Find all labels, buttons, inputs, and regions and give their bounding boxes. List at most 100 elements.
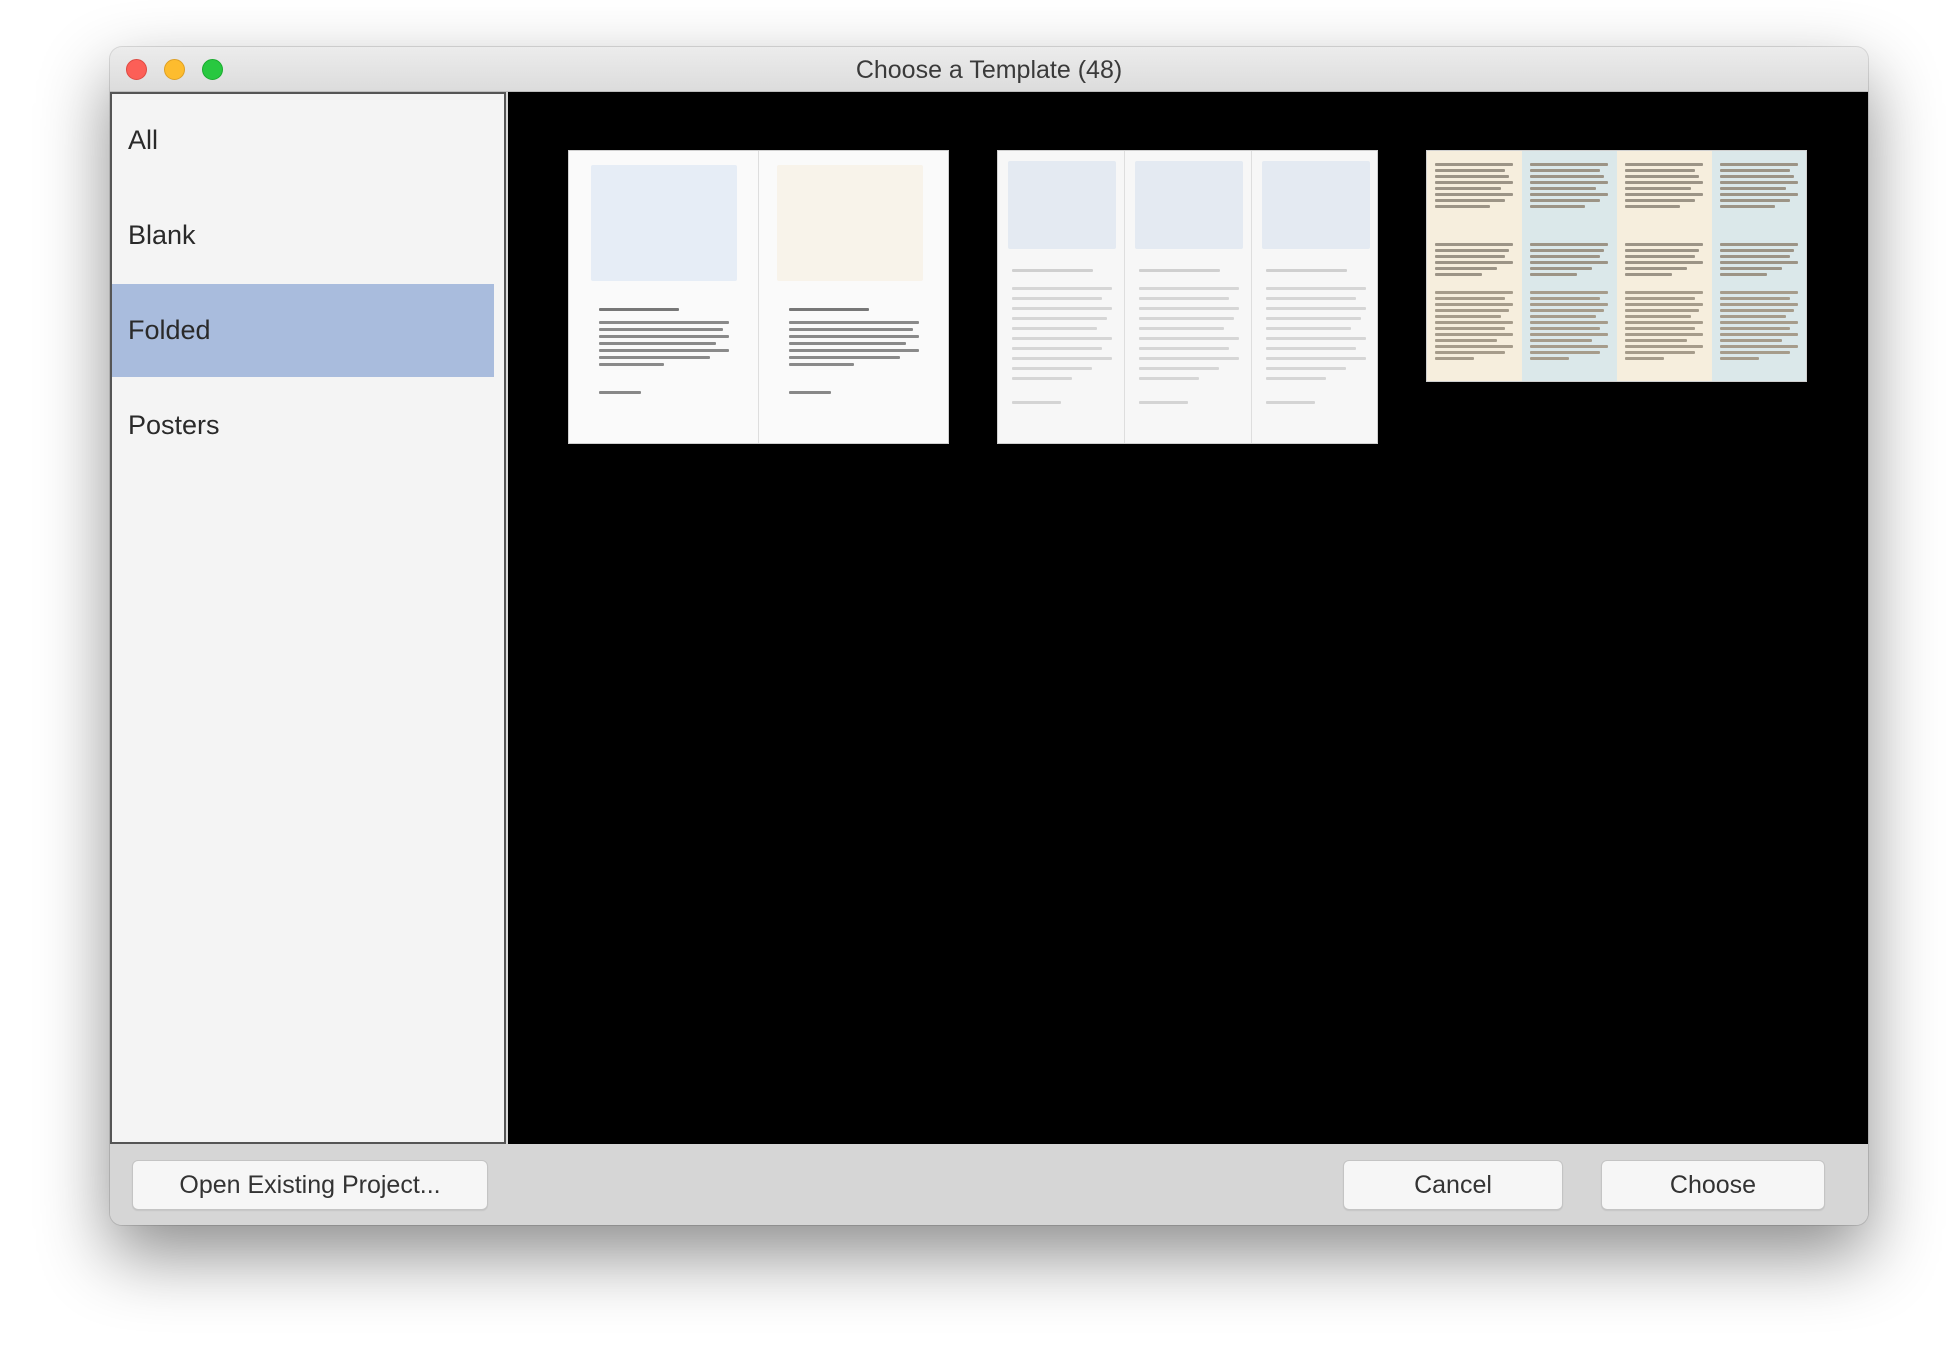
thumbnail-text-line xyxy=(1720,249,1794,252)
thumbnail-text-line xyxy=(1625,327,1695,330)
thumbnail-panel xyxy=(1125,151,1252,443)
thumbnail-text-line xyxy=(1435,261,1513,264)
thumbnail-text-line xyxy=(1530,309,1604,312)
thumbnail-text-line xyxy=(1435,169,1505,172)
thumbnail-text-line xyxy=(1625,163,1703,166)
thumbnail-text-line xyxy=(1625,315,1691,318)
thumbnail-text-line xyxy=(1435,193,1513,196)
sidebar-item-blank[interactable]: Blank xyxy=(112,189,494,282)
thumbnail-text-line xyxy=(1720,169,1790,172)
thumbnail-text-line xyxy=(1435,339,1497,342)
thumbnail-text-line xyxy=(1530,327,1600,330)
thumbnail-image-placeholder xyxy=(591,165,737,281)
thumbnail-text-line xyxy=(599,328,723,331)
thumbnail-text-line xyxy=(1139,401,1188,404)
thumbnail-text-line xyxy=(1720,351,1790,354)
thumbnail-panel xyxy=(569,151,759,443)
thumbnail-text-line xyxy=(1720,333,1798,336)
thumbnail-image-placeholder xyxy=(777,165,923,281)
thumbnail-text-line xyxy=(1720,181,1798,184)
thumbnail-text-line xyxy=(1625,297,1695,300)
sidebar-item-folded[interactable]: Folded xyxy=(112,284,494,377)
thumbnail-image-placeholder xyxy=(1135,161,1243,249)
thumbnail-text-line xyxy=(1139,297,1229,300)
thumbnail-text-line xyxy=(1720,315,1786,318)
thumbnail-text-line xyxy=(1625,205,1680,208)
thumbnail-text-line xyxy=(1266,377,1326,380)
thumbnail-text-line xyxy=(1139,347,1229,350)
thumbnail-text-line xyxy=(1625,243,1703,246)
thumbnail-text-line xyxy=(1720,291,1798,294)
thumbnail-text-line xyxy=(1530,267,1592,270)
thumbnail-text-line xyxy=(599,342,716,345)
thumbnail-text-line xyxy=(1530,163,1608,166)
choose-button[interactable]: Choose xyxy=(1601,1160,1825,1210)
thumbnail-text-line xyxy=(1435,333,1513,336)
thumbnail-text-line xyxy=(1720,205,1775,208)
template-gallery xyxy=(508,92,1868,1144)
thumbnail-text-line xyxy=(1625,339,1687,342)
thumbnail-text-line xyxy=(1266,367,1346,370)
thumbnail-text-line xyxy=(1266,401,1315,404)
thumbnail-text-line xyxy=(1266,269,1347,272)
sidebar-item-all[interactable]: All xyxy=(112,94,494,187)
template-thumbnail-trifold[interactable] xyxy=(997,150,1378,444)
thumbnail-text-line xyxy=(1012,377,1072,380)
thumbnail-text-line xyxy=(1530,169,1600,172)
thumbnail-text-line xyxy=(789,335,919,338)
thumbnail-text-line xyxy=(599,391,641,394)
thumbnail-text-line xyxy=(1435,345,1513,348)
thumbnail-text-line xyxy=(1435,309,1509,312)
thumbnail-text-line xyxy=(1720,357,1759,360)
thumbnail-text-line xyxy=(1139,307,1239,310)
thumbnail-image-placeholder xyxy=(1262,161,1370,249)
thumbnail-text-line xyxy=(1139,327,1224,330)
window-title: Choose a Template (48) xyxy=(855,56,1123,84)
thumbnail-text-line xyxy=(1266,297,1356,300)
thumbnail-text-line xyxy=(1530,193,1608,196)
thumbnail-text-line xyxy=(1720,255,1790,258)
thumbnail-text-line xyxy=(1625,351,1695,354)
thumbnail-text-line xyxy=(789,328,913,331)
cancel-button[interactable]: Cancel xyxy=(1343,1160,1563,1210)
thumbnail-text-line xyxy=(1530,345,1608,348)
thumbnail-text-line xyxy=(1625,175,1699,178)
template-thumbnail-bifold[interactable] xyxy=(568,150,949,444)
thumbnail-text-line xyxy=(1435,315,1501,318)
thumbnail-text-line xyxy=(1435,175,1509,178)
thumbnail-text-line xyxy=(1435,273,1482,276)
thumbnail-text-line xyxy=(1012,357,1112,360)
thumbnail-text-line xyxy=(1435,357,1474,360)
thumbnail-text-line xyxy=(1530,333,1608,336)
thumbnail-text-line xyxy=(1266,327,1351,330)
thumbnail-text-line xyxy=(789,356,900,359)
thumbnail-text-line xyxy=(1720,267,1782,270)
thumbnail-text-line xyxy=(789,321,919,324)
thumbnail-text-line xyxy=(599,321,729,324)
thumbnail-text-line xyxy=(1139,317,1234,320)
thumbnail-text-line xyxy=(1530,175,1604,178)
thumbnail-text-line xyxy=(1012,317,1107,320)
thumbnail-text-line xyxy=(1435,243,1513,246)
thumbnail-text-line xyxy=(789,391,831,394)
open-existing-project-button[interactable]: Open Existing Project... xyxy=(132,1160,488,1210)
thumbnail-text-line xyxy=(1012,269,1093,272)
thumbnail-panel xyxy=(1427,151,1522,381)
thumbnail-text-line xyxy=(1435,267,1497,270)
thumbnail-text-line xyxy=(1530,339,1592,342)
thumbnail-text-line xyxy=(1625,273,1672,276)
thumbnail-text-line xyxy=(1139,269,1220,272)
thumbnail-panel xyxy=(1522,151,1617,381)
thumbnail-text-line xyxy=(1625,321,1703,324)
thumbnail-text-line xyxy=(1530,303,1608,306)
thumbnail-text-line xyxy=(1435,303,1513,306)
thumbnail-text-line xyxy=(1720,261,1798,264)
thumbnail-text-line xyxy=(1625,255,1695,258)
thumbnail-text-line xyxy=(1012,367,1092,370)
thumbnail-text-line xyxy=(1012,287,1112,290)
sidebar-item-posters[interactable]: Posters xyxy=(112,379,494,472)
template-thumbnail-four-panel[interactable] xyxy=(1426,150,1807,382)
thumbnail-text-line xyxy=(1435,321,1513,324)
thumbnail-text-line xyxy=(1625,303,1703,306)
category-sidebar: All Blank Folded Posters xyxy=(110,92,506,1144)
